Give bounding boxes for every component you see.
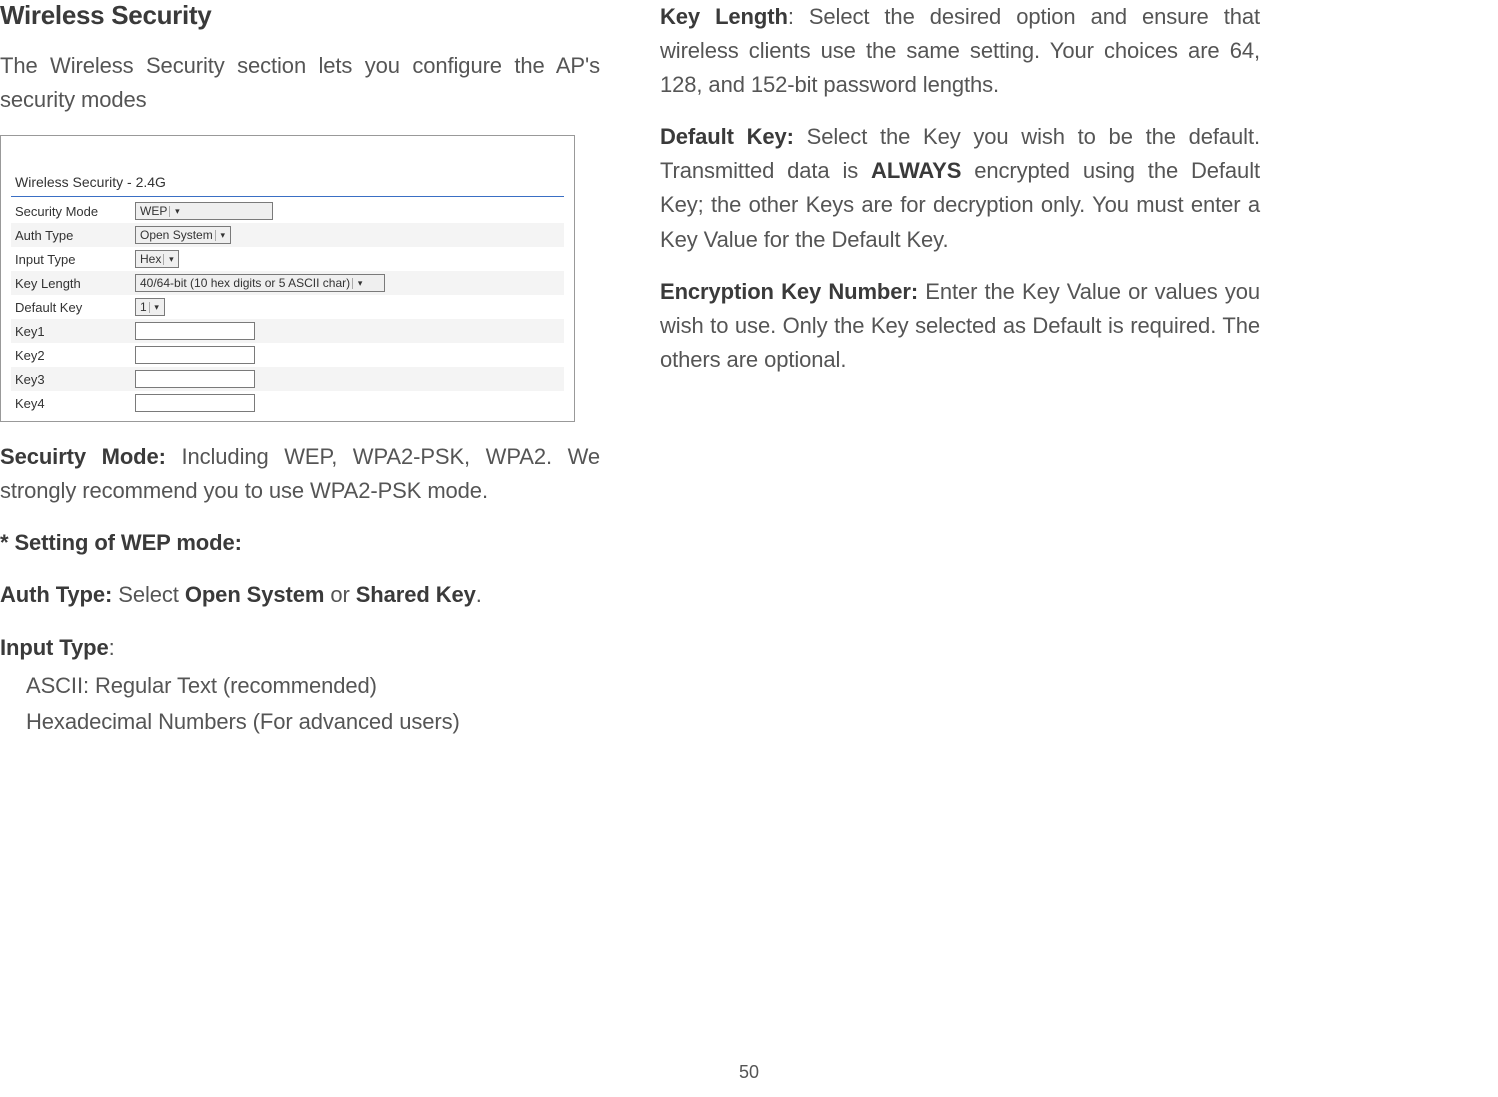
- intro-text: The Wireless Security section lets you c…: [0, 49, 600, 117]
- select-input-type-value: Hex: [140, 252, 161, 266]
- select-auth-type[interactable]: Open System ▾: [135, 226, 231, 244]
- input-key4[interactable]: [135, 394, 255, 412]
- auth-type-end: .: [476, 582, 482, 607]
- chevron-down-icon: ▾: [149, 302, 162, 313]
- select-input-type[interactable]: Hex ▾: [135, 250, 179, 268]
- select-default-key[interactable]: 1 ▾: [135, 298, 165, 316]
- default-key-always: ALWAYS: [871, 158, 961, 183]
- input-type-label: Input Type: [0, 635, 109, 660]
- row-auth-type: Auth Type Open System ▾: [11, 223, 564, 247]
- security-mode-label: Secuirty Mode:: [0, 444, 166, 469]
- select-security-mode-value: WEP: [140, 204, 167, 218]
- select-key-length-value: 40/64-bit (10 hex digits or 5 ASCII char…: [140, 276, 350, 290]
- auth-type-text1: Select: [118, 582, 185, 607]
- row-key3: Key3: [11, 367, 564, 391]
- security-mode-paragraph: Secuirty Mode: Including WEP, WPA2-PSK, …: [0, 440, 600, 508]
- section-title: Wireless Security: [0, 0, 600, 31]
- encryption-key-paragraph: Encryption Key Number: Enter the Key Val…: [660, 275, 1260, 377]
- input-key2[interactable]: [135, 346, 255, 364]
- label-key3: Key3: [11, 372, 135, 387]
- auth-type-or: or: [324, 582, 355, 607]
- label-key1: Key1: [11, 324, 135, 339]
- row-input-type: Input Type Hex ▾: [11, 247, 564, 271]
- input-type-ascii: ASCII: Regular Text (recommended): [0, 669, 600, 703]
- wireless-security-panel: Wireless Security - 2.4G Security Mode W…: [0, 135, 575, 422]
- panel-title: Wireless Security - 2.4G: [15, 174, 564, 190]
- auth-type-shared: Shared Key: [356, 582, 476, 607]
- chevron-down-icon: ▾: [163, 254, 176, 265]
- chevron-down-icon: ▾: [352, 278, 365, 289]
- input-type-hex: Hexadecimal Numbers (For advanced users): [0, 705, 600, 739]
- select-key-length[interactable]: 40/64-bit (10 hex digits or 5 ASCII char…: [135, 274, 385, 292]
- row-default-key: Default Key 1 ▾: [11, 295, 564, 319]
- key-length-label: Key Length: [660, 4, 788, 29]
- chevron-down-icon: ▾: [215, 230, 228, 241]
- label-auth-type: Auth Type: [11, 228, 135, 243]
- left-column: Wireless Security The Wireless Security …: [0, 0, 600, 757]
- panel-divider: [11, 196, 564, 197]
- label-default-key: Default Key: [11, 300, 135, 315]
- input-type-paragraph: Input Type:: [0, 631, 600, 665]
- key-length-paragraph: Key Length: Select the desired option an…: [660, 0, 1260, 102]
- input-type-colon: :: [109, 635, 115, 660]
- wep-heading: * Setting of WEP mode:: [0, 526, 600, 560]
- label-key2: Key2: [11, 348, 135, 363]
- row-key4: Key4: [11, 391, 564, 415]
- default-key-label: Default Key:: [660, 124, 794, 149]
- chevron-down-icon: ▾: [169, 206, 182, 217]
- row-security-mode: Security Mode WEP ▾: [11, 199, 564, 223]
- auth-type-paragraph: Auth Type: Select Open System or Shared …: [0, 578, 600, 612]
- row-key2: Key2: [11, 343, 564, 367]
- label-input-type: Input Type: [11, 252, 135, 267]
- input-key1[interactable]: [135, 322, 255, 340]
- auth-type-open: Open System: [185, 582, 325, 607]
- input-key3[interactable]: [135, 370, 255, 388]
- row-key1: Key1: [11, 319, 564, 343]
- select-security-mode[interactable]: WEP ▾: [135, 202, 273, 220]
- label-key4: Key4: [11, 396, 135, 411]
- auth-type-label: Auth Type:: [0, 582, 118, 607]
- right-column: Key Length: Select the desired option an…: [660, 0, 1260, 395]
- row-key-length: Key Length 40/64-bit (10 hex digits or 5…: [11, 271, 564, 295]
- select-default-key-value: 1: [140, 300, 147, 314]
- encryption-key-label: Encryption Key Number:: [660, 279, 918, 304]
- page-number: 50: [0, 1062, 1498, 1083]
- label-key-length: Key Length: [11, 276, 135, 291]
- page: Wireless Security The Wireless Security …: [0, 0, 1498, 1097]
- select-auth-type-value: Open System: [140, 228, 213, 242]
- label-security-mode: Security Mode: [11, 204, 135, 219]
- default-key-paragraph: Default Key: Select the Key you wish to …: [660, 120, 1260, 256]
